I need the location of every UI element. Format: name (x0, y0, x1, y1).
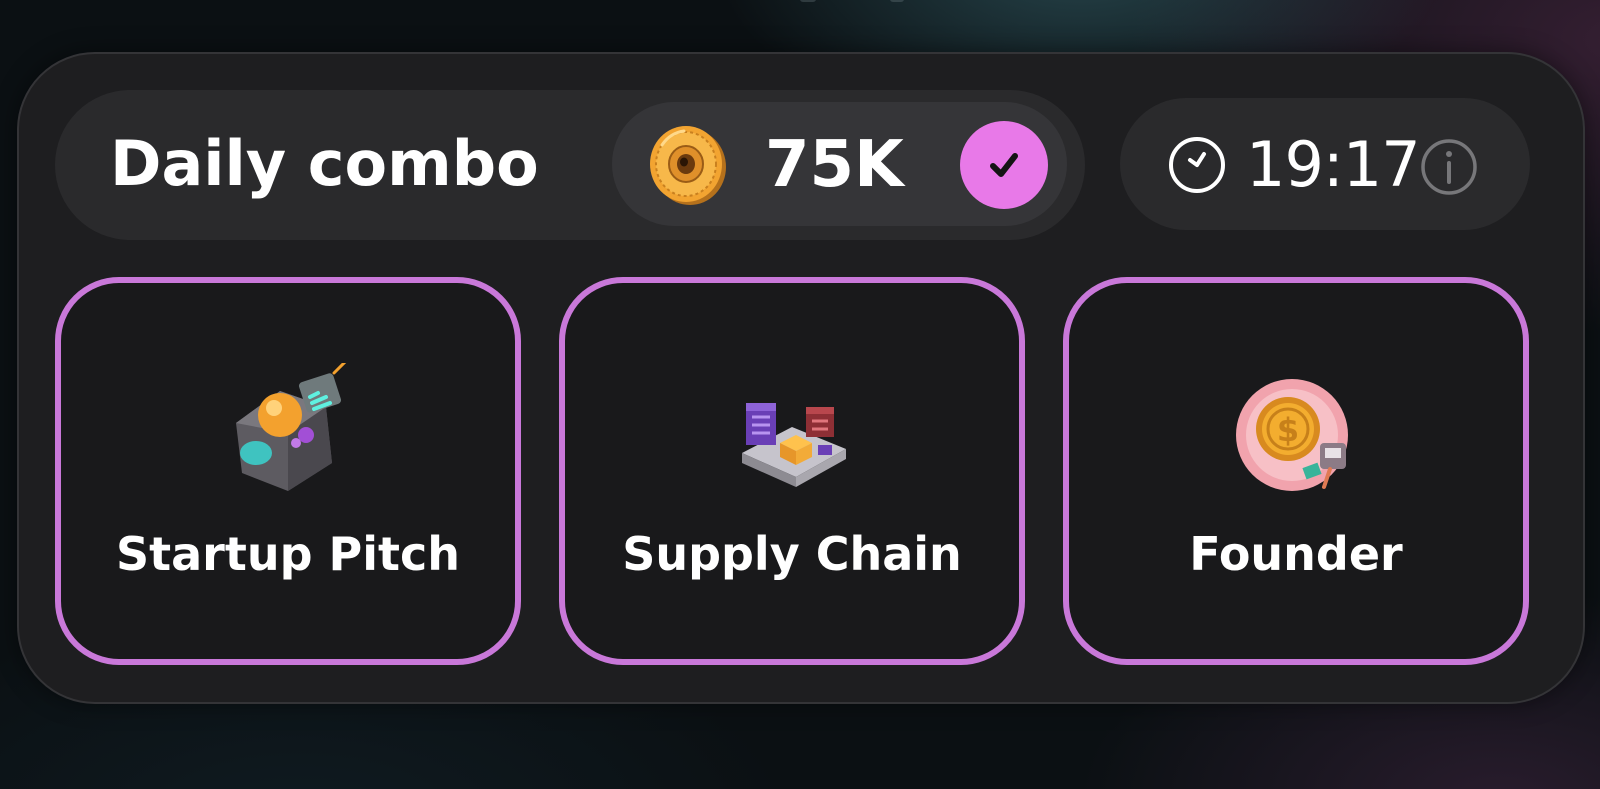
daily-combo-title: Daily combo (110, 127, 539, 200)
svg-text:$: $ (1277, 411, 1299, 449)
cropped-text-fragment (800, 0, 904, 2)
startup-pitch-illustration (236, 363, 347, 491)
combo-card-founder[interactable]: $ Founder (1063, 277, 1529, 665)
combo-card-startup-pitch[interactable]: Startup Pitch (55, 277, 521, 665)
countdown-timer: 19:17 (1246, 128, 1421, 201)
claimed-badge (960, 121, 1048, 209)
combo-card-label: Founder (1189, 527, 1403, 581)
info-icon[interactable] (1418, 136, 1480, 198)
supply-chain-illustration (742, 403, 846, 487)
clock-icon (1169, 137, 1225, 193)
checkmark-icon (990, 153, 1018, 177)
combo-card-supply-chain[interactable]: Supply Chain (559, 277, 1025, 665)
combo-card-label: Supply Chain (622, 527, 962, 581)
coin-icon (650, 126, 726, 205)
combo-card-label: Startup Pitch (115, 527, 460, 581)
reward-amount: 75K (765, 128, 904, 202)
founder-illustration: $ (1236, 379, 1348, 491)
